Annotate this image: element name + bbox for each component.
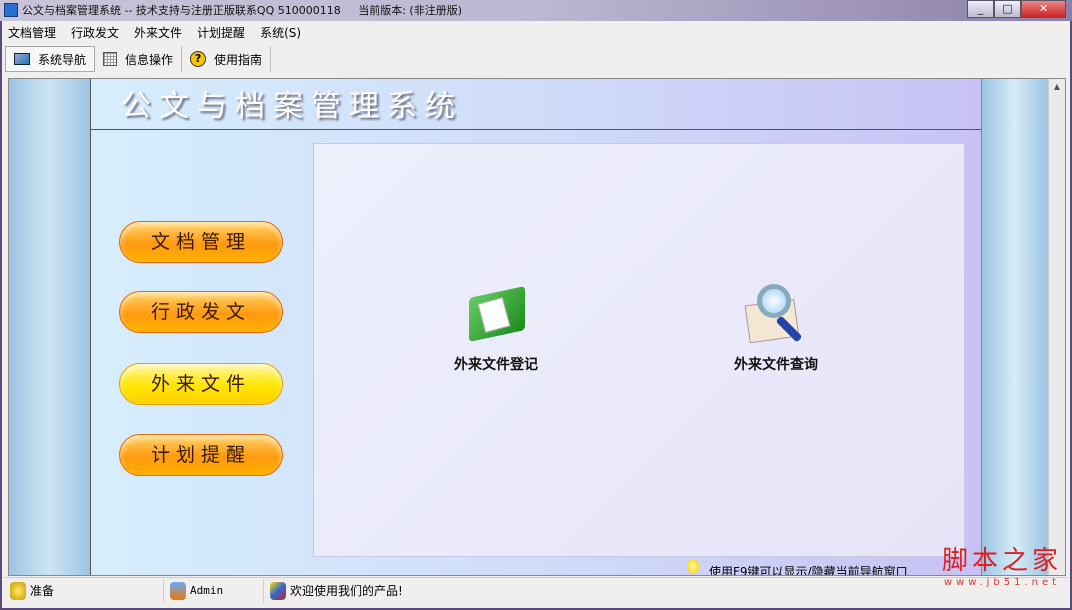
navigation-icon — [14, 53, 30, 65]
tile-external-file-register[interactable]: 外来文件登记 — [454, 284, 538, 374]
status-user: Admin — [164, 578, 264, 603]
page-title: 公文与档案管理系统 — [121, 89, 463, 124]
window-title: 公文与档案管理系统 -- 技术支持与注册正版联系QQ 510000118 当前版… — [22, 4, 462, 17]
nav-button-external-files[interactable]: 外来文件 — [119, 363, 283, 405]
toolbar-label: 信息操作 — [125, 52, 174, 67]
shapes-icon — [270, 581, 286, 600]
function-panel: 外来文件登记 外来文件查询 — [313, 143, 965, 557]
tile-external-file-query[interactable]: 外来文件查询 — [734, 284, 818, 374]
menu-system[interactable]: 系统(S) — [254, 23, 310, 44]
green-book-icon — [461, 284, 531, 344]
status-text: 准备 — [30, 584, 55, 598]
title-bar: 公文与档案管理系统 -- 技术支持与注册正版联系QQ 510000118 当前版… — [0, 0, 1072, 21]
menu-documents[interactable]: 文档管理 — [2, 23, 65, 44]
nav-button-plan-reminder[interactable]: 计划提醒 — [119, 434, 283, 476]
navigation-page: 公文与档案管理系统 文档管理 行政发文 外来文件 计划提醒 外来文件登记 外来文… — [91, 79, 981, 575]
menu-plan-reminder[interactable]: 计划提醒 — [191, 23, 254, 44]
menu-external-files[interactable]: 外来文件 — [128, 23, 191, 44]
nav-button-admin-dispatch[interactable]: 行政发文 — [119, 291, 283, 333]
menu-admin-dispatch[interactable]: 行政发文 — [65, 23, 128, 44]
hint-text: 使用F9键可以显示/隐藏当前导航窗口 — [709, 565, 908, 575]
message-text: 欢迎使用我们的产品! — [290, 584, 403, 598]
close-button[interactable]: ✕ — [1021, 0, 1066, 18]
tile-label: 外来文件登记 — [454, 357, 538, 373]
toolbar-user-guide[interactable]: ? 使用指南 — [182, 46, 272, 72]
bulb-status-icon — [10, 581, 26, 600]
lightbulb-icon — [687, 559, 699, 573]
maximize-button[interactable]: □ — [994, 0, 1021, 18]
scroll-up-icon[interactable]: ▲ — [1049, 79, 1065, 95]
main-area: 公文与档案管理系统 文档管理 行政发文 外来文件 计划提醒 外来文件登记 外来文… — [8, 78, 1066, 576]
status-bar: 准备 Admin 欢迎使用我们的产品! — [4, 577, 1068, 603]
divider — [91, 129, 981, 130]
user-icon — [170, 581, 186, 600]
grid-icon — [103, 52, 118, 66]
status-message: 欢迎使用我们的产品! — [264, 579, 403, 603]
app-frame: 文档管理 行政发文 外来文件 计划提醒 系统(S) 系统导航 信息操作 ? 使用指… — [2, 21, 1070, 608]
toolbar-info-ops[interactable]: 信息操作 — [95, 46, 183, 72]
tile-label: 外来文件查询 — [734, 357, 818, 373]
watermark-logo: 脚本之家 www.jb51.net — [941, 546, 1062, 588]
toolbar-label: 使用指南 — [214, 52, 263, 67]
menu-bar: 文档管理 行政发文 外来文件 计划提醒 系统(S) — [2, 23, 310, 44]
app-icon — [4, 3, 18, 17]
user-name: Admin — [190, 584, 224, 597]
nav-button-documents[interactable]: 文档管理 — [119, 221, 283, 263]
magnifier-icon — [741, 284, 811, 344]
toolbar-label: 系统导航 — [38, 52, 87, 67]
vertical-scrollbar[interactable]: ▲ — [1048, 79, 1065, 575]
toolbar: 系统导航 信息操作 ? 使用指南 — [2, 45, 272, 73]
minimize-button[interactable]: _ — [967, 0, 994, 18]
help-icon: ? — [190, 51, 207, 67]
status-ready: 准备 — [4, 578, 164, 603]
toolbar-system-nav[interactable]: 系统导航 — [5, 46, 96, 72]
right-panel — [981, 79, 1048, 575]
left-panel — [9, 79, 91, 575]
